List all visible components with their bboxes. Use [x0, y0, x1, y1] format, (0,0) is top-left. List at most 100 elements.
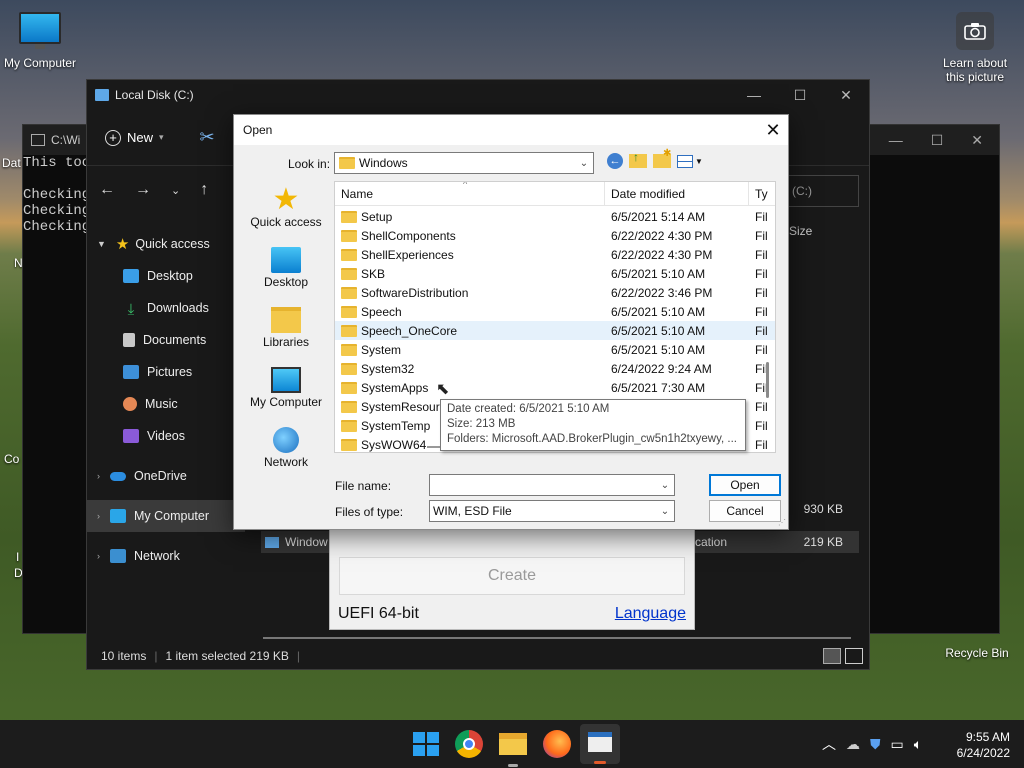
cut-icon[interactable]: ✂: [200, 127, 215, 148]
list-item[interactable]: ShellComponents 6/22/2022 4:30 PM Fil: [335, 226, 775, 245]
column-header-name[interactable]: Name ^: [335, 182, 605, 205]
back-icon[interactable]: ←: [607, 153, 623, 169]
maximize-icon[interactable]: ☐: [777, 87, 823, 104]
desktop-icon-my-computer[interactable]: My Computer: [2, 12, 78, 70]
firefox-icon[interactable]: [543, 730, 571, 758]
star-icon: ★: [115, 236, 130, 253]
look-in-combobox[interactable]: Windows ⌄: [334, 152, 594, 174]
places-bar: ★ Quick access Desktop Libraries My Comp…: [240, 181, 332, 481]
chrome-icon[interactable]: [455, 730, 483, 758]
list-item[interactable]: SystemApps 6/5/2021 7:30 AM Fil: [335, 378, 775, 397]
cancel-button[interactable]: Cancel: [709, 500, 781, 522]
folder-icon: [341, 419, 357, 432]
size-column-header[interactable]: Size: [789, 224, 812, 238]
clock[interactable]: 9:55 AM 6/24/2022: [957, 729, 1010, 761]
up-folder-icon[interactable]: ↑: [629, 150, 647, 168]
explorer-title: Local Disk (C:): [115, 88, 194, 102]
folder-icon: [341, 305, 357, 318]
shield-icon[interactable]: ⛊: [870, 736, 881, 753]
list-item[interactable]: Setup 6/5/2021 5:14 AM Fil: [335, 207, 775, 226]
list-item[interactable]: Speech 6/5/2021 5:10 AM Fil: [335, 302, 775, 321]
view-menu-button[interactable]: ▼: [677, 154, 703, 168]
speaker-icon[interactable]: 🔈︎: [914, 736, 922, 753]
minimize-icon[interactable]: —: [731, 87, 777, 104]
explorer-titlebar[interactable]: Local Disk (C:) — ☐ ✕: [87, 80, 869, 110]
new-button[interactable]: + New ▾: [105, 129, 164, 146]
chevron-up-icon[interactable]: ︿: [822, 734, 836, 754]
folder-icon: [341, 362, 357, 375]
language-link[interactable]: Language: [615, 605, 686, 623]
file-icon: [265, 536, 279, 548]
nav-item-onedrive[interactable]: › OneDrive: [87, 460, 245, 492]
forward-icon[interactable]: →: [135, 181, 151, 199]
close-icon[interactable]: ✕: [758, 120, 788, 141]
nav-item-quick-access[interactable]: ▼ ★ Quick access: [87, 228, 245, 260]
nav-item-videos[interactable]: Videos: [87, 420, 245, 452]
minimize-icon[interactable]: —: [889, 132, 903, 149]
vertical-scrollbar-thumb[interactable]: [766, 362, 769, 398]
nav-item-documents[interactable]: Documents: [87, 324, 245, 356]
new-folder-icon[interactable]: ✱: [653, 148, 671, 168]
list-item[interactable]: ShellExperiences 6/22/2022 4:30 PM Fil: [335, 245, 775, 264]
place-my-computer[interactable]: My Computer: [240, 361, 332, 421]
cloud-offline-icon[interactable]: ☁: [846, 736, 860, 753]
nav-item-downloads[interactable]: ⤓ Downloads: [87, 292, 245, 324]
file-name-input[interactable]: ⌄: [429, 474, 675, 496]
maximize-icon[interactable]: ☐: [931, 132, 944, 149]
app-window[interactable]: Create UEFI 64-bit Language: [329, 520, 695, 630]
list-item[interactable]: System32 6/24/2022 9:24 AM Fil: [335, 359, 775, 378]
resize-grip-icon[interactable]: ⋰: [778, 518, 786, 527]
nav-item-music[interactable]: Music: [87, 388, 245, 420]
column-header-date[interactable]: Date modified: [605, 182, 749, 205]
list-item[interactable]: SKB 6/5/2021 5:10 AM Fil: [335, 264, 775, 283]
start-button[interactable]: [411, 730, 439, 758]
place-libraries[interactable]: Libraries: [240, 301, 332, 361]
list-item[interactable]: SoftwareDistribution 6/22/2022 3:46 PM Fil: [335, 283, 775, 302]
nav-item-my-computer[interactable]: › My Computer: [87, 500, 245, 532]
nav-item-desktop[interactable]: Desktop: [87, 260, 245, 292]
desktop-icon-learn-about-picture[interactable]: Learn about this picture: [936, 12, 1014, 84]
nav-item-pictures[interactable]: Pictures: [87, 356, 245, 388]
file-explorer-icon[interactable]: [499, 733, 527, 755]
folder-icon: [341, 210, 357, 223]
dialog-toolbar: ← ↑ ✱ ▼: [607, 148, 703, 169]
place-network[interactable]: Network: [240, 421, 332, 481]
files-of-type-select[interactable]: WIM, ESD File ⌄: [429, 500, 675, 522]
details-view-icon[interactable]: [823, 648, 841, 664]
folder-icon: [341, 248, 357, 261]
horizontal-scrollbar[interactable]: [263, 637, 851, 639]
network-icon[interactable]: ▭: [891, 736, 904, 753]
large-icons-view-icon[interactable]: [845, 648, 863, 664]
place-desktop[interactable]: Desktop: [240, 241, 332, 301]
open-dialog[interactable]: Open ✕ Look in: Windows ⌄ ← ↑ ✱ ▼ ★ Quic…: [233, 114, 789, 530]
place-quick-access[interactable]: ★ Quick access: [240, 181, 332, 241]
list-item[interactable]: System 6/5/2021 5:10 AM Fil: [335, 340, 775, 359]
desktop-icon-recycle-bin[interactable]: Recycle Bin: [940, 646, 1014, 660]
up-icon[interactable]: ↑: [200, 181, 208, 199]
chevron-right-icon: ›: [97, 471, 100, 481]
column-header-type[interactable]: Ty: [749, 182, 774, 205]
open-button[interactable]: Open: [709, 474, 781, 496]
network-icon: [273, 427, 299, 453]
desktop-icon-label: Recycle Bin: [945, 646, 1009, 660]
folder-tooltip: Date created: 6/5/2021 5:10 AM Size: 213…: [440, 399, 746, 451]
desktop-icon-label: My Computer: [3, 56, 77, 70]
dialog-titlebar[interactable]: Open ✕: [234, 115, 788, 145]
list-item-hovered[interactable]: Speech_OneCore 6/5/2021 5:10 AM Fil: [335, 321, 775, 340]
create-button[interactable]: Create: [339, 557, 685, 595]
windows-logo-icon: [413, 732, 425, 743]
search-input[interactable]: (C:): [783, 175, 859, 207]
recent-locations-icon[interactable]: ⌄: [171, 184, 180, 197]
nav-item-network[interactable]: › Network: [87, 540, 245, 572]
camera-icon: [956, 12, 994, 50]
monitor-icon: [19, 12, 61, 49]
active-app-button[interactable]: [580, 724, 620, 764]
chevron-down-icon: ▼: [695, 156, 703, 166]
back-icon[interactable]: ←: [99, 181, 115, 199]
running-indicator: [594, 761, 606, 764]
star-icon: ★: [272, 183, 300, 216]
desktop-partial-label: Dat: [2, 156, 21, 170]
close-icon[interactable]: ✕: [823, 87, 869, 104]
close-icon[interactable]: ✕: [971, 132, 983, 149]
taskbar: ︿ ☁ ⛊ ▭ 🔈︎ 9:55 AM 6/24/2022: [0, 720, 1024, 768]
